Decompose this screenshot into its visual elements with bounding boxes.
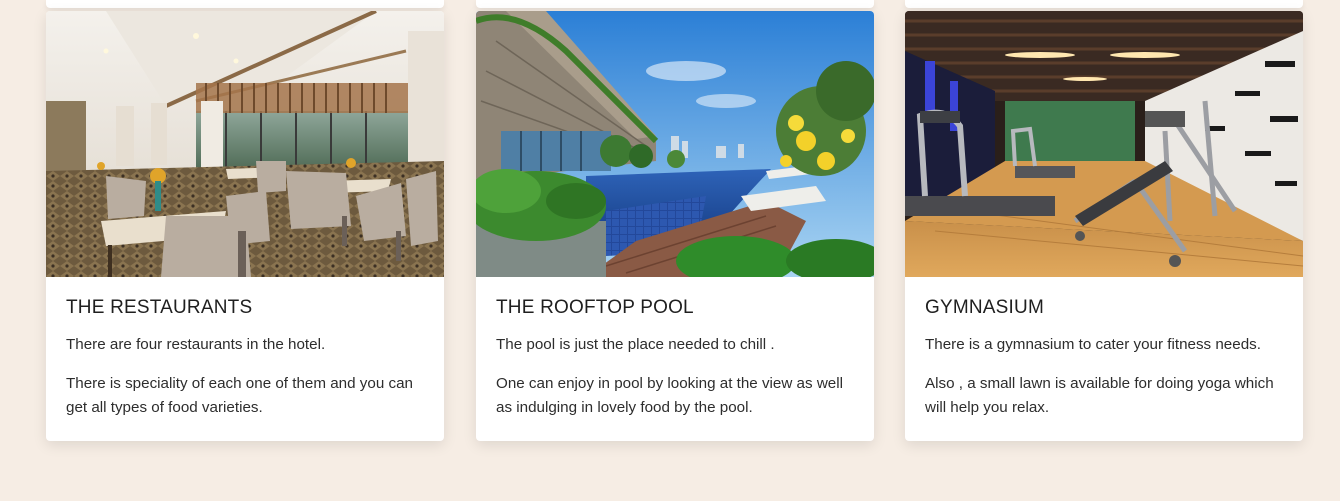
- previous-card-edge: [46, 0, 444, 8]
- restaurant-image: [46, 11, 444, 277]
- card-text: There is a gymnasium to cater your fitne…: [925, 336, 1261, 353]
- card-title: THE ROOFTOP POOL: [496, 297, 694, 318]
- card-gymnasium: GYMNASIUM There is a gymnasium to cater …: [905, 11, 1303, 441]
- card-text: The pool is just the place needed to chi…: [496, 336, 775, 353]
- previous-card-edge: [905, 0, 1303, 8]
- gym-image: [905, 11, 1303, 277]
- card-text: There are four restaurants in the hotel.: [66, 336, 326, 353]
- card-rooftop-pool: THE ROOFTOP POOL The pool is just the pl…: [476, 11, 874, 441]
- card-restaurants: THE RESTAURANTS There are four restauran…: [46, 11, 444, 441]
- card-text: There is speciality of each one of them …: [66, 375, 413, 416]
- card-title: GYMNASIUM: [925, 297, 1044, 318]
- amenities-section: THE RESTAURANTS There are four restauran…: [0, 0, 1340, 501]
- previous-card-edge: [476, 0, 874, 8]
- pool-image: [476, 11, 874, 277]
- card-text: Also , a small lawn is available for doi…: [925, 375, 1274, 416]
- card-title: THE RESTAURANTS: [66, 297, 253, 318]
- card-text: One can enjoy in pool by looking at the …: [496, 375, 843, 416]
